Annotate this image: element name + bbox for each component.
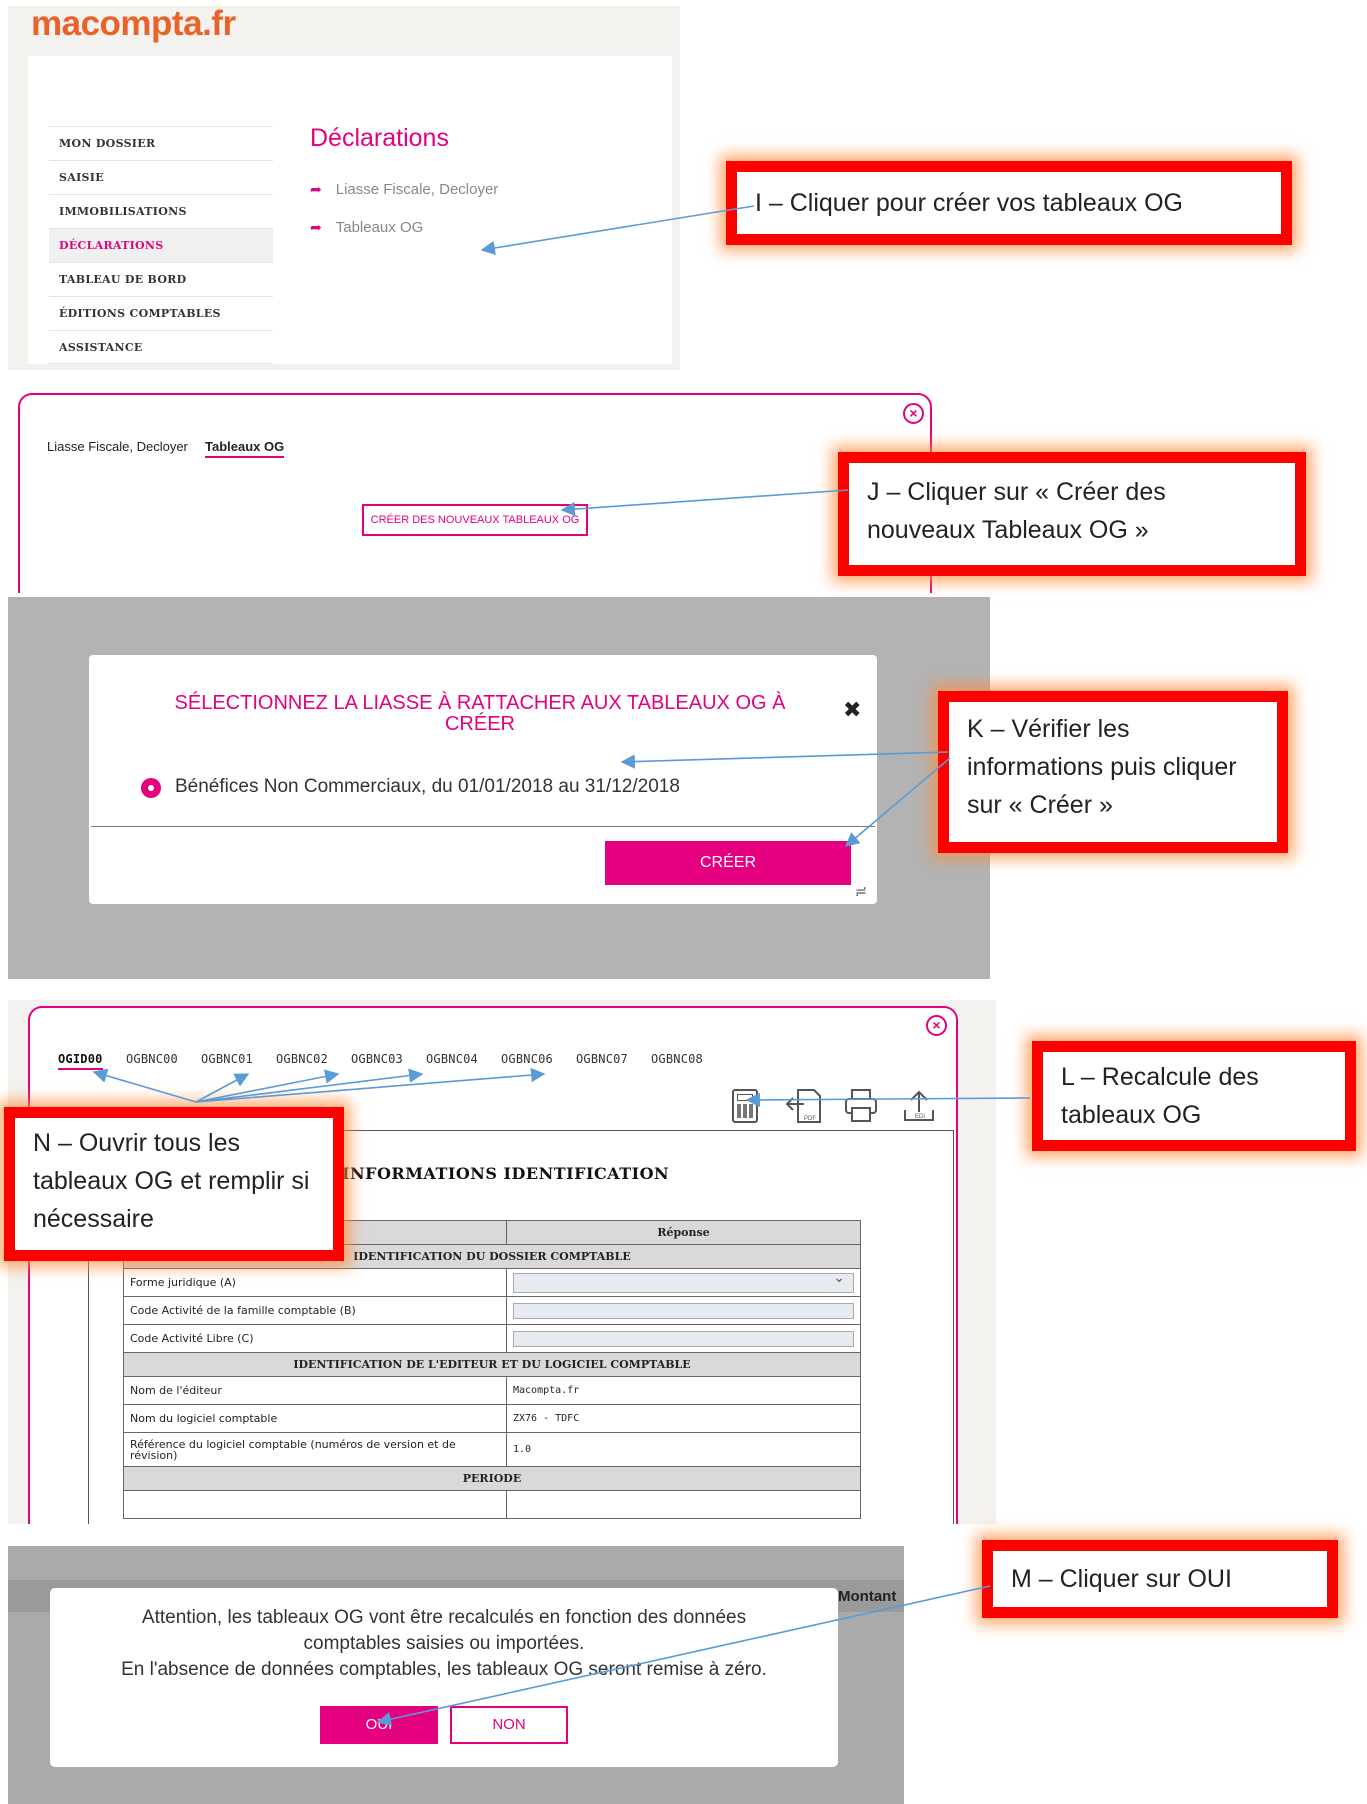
row-label: Nom de l'éditeur — [123, 1376, 507, 1405]
callout-text: M – Cliquer sur OUI — [1011, 1565, 1232, 1593]
tab-ogid00[interactable]: OGID00 — [58, 1052, 103, 1070]
nav-item-saisie[interactable]: SAISIE — [49, 160, 273, 194]
close-icon[interactable]: × — [926, 1015, 947, 1036]
row-value: Macompta.fr — [506, 1376, 861, 1405]
no-button[interactable]: NON — [450, 1706, 568, 1744]
create-new-og-tables-button[interactable]: CRÉER DES NOUVEAUX TABLEAUX OG — [362, 504, 588, 536]
row-label: Référence du logiciel comptable (numéros… — [123, 1432, 507, 1467]
row-value — [506, 1490, 861, 1519]
table-row: Référence du logiciel comptable (numéros… — [123, 1432, 861, 1467]
nav-item-editions-comptables[interactable]: ÉDITIONS COMPTABLES — [49, 296, 273, 330]
calculator-icon[interactable] — [732, 1089, 758, 1123]
og-identification-table: Réponse IDENTIFICATION DU DOSSIER COMPTA… — [123, 1220, 861, 1519]
tab-ogbnc07[interactable]: OGBNC07 — [576, 1052, 628, 1066]
callout-j: J – Cliquer sur « Créer des nouveaux Tab… — [838, 452, 1306, 576]
code-activite-libre-input[interactable] — [513, 1330, 854, 1347]
modal-title: SÉLECTIONNEZ LA LIASSE À RATTACHER AUX T… — [174, 692, 786, 735]
row-value — [506, 1296, 861, 1325]
table-section-row: IDENTIFICATION DE L'EDITEUR ET DU LOGICI… — [123, 1352, 861, 1377]
macompta-logo[interactable]: macompta.fr — [31, 4, 236, 44]
tab-ogbnc00[interactable]: OGBNC00 — [126, 1052, 178, 1066]
table-row: Code Activité Libre (C) — [123, 1324, 861, 1353]
tab-ogbnc03[interactable]: OGBNC03 — [351, 1052, 403, 1066]
link-label: Tableaux OG — [335, 219, 424, 236]
montant-column-header: Montant — [838, 1588, 897, 1605]
row-value — [506, 1268, 861, 1297]
section-cell: PERIODE — [123, 1466, 861, 1491]
share-arrow-icon: ➦ — [310, 219, 322, 235]
table-row: Nom du logiciel comptable ZX76 - TDFC — [123, 1404, 861, 1433]
callout-text: L – Recalcule des tableaux OG — [1061, 1063, 1259, 1129]
tab-ogbnc06[interactable]: OGBNC06 — [501, 1052, 553, 1066]
link-label: Liasse Fiscale, Decloyer — [335, 181, 499, 198]
confirm-message-line: comptables saisies ou importées. — [303, 1633, 585, 1654]
link-tableaux-og[interactable]: ➦ Tableaux OG — [310, 219, 423, 236]
tab-tableaux-og[interactable]: Tableaux OG — [205, 439, 285, 458]
tableaux-og-dialog — [18, 393, 932, 593]
callout-l: L – Recalcule des tableaux OG — [1032, 1041, 1356, 1151]
table-row — [123, 1490, 861, 1519]
table-row: Nom de l'éditeur Macompta.fr — [123, 1376, 861, 1405]
callout-text: J – Cliquer sur « Créer des nouveaux Tab… — [867, 478, 1166, 544]
callout-k: K – Vérifier les informations puis cliqu… — [938, 691, 1288, 853]
tab-ogbnc04[interactable]: OGBNC04 — [426, 1052, 478, 1066]
nav-item-tableau-de-bord[interactable]: TABLEAU DE BORD — [49, 262, 273, 296]
row-value: 1.0 — [506, 1432, 861, 1467]
row-label: Nom du logiciel comptable — [123, 1404, 507, 1433]
create-button[interactable]: CRÉER — [605, 841, 851, 885]
divider — [91, 826, 875, 827]
page-title: Déclarations — [310, 124, 449, 152]
code-activite-famille-input[interactable] — [513, 1302, 854, 1319]
forme-juridique-select[interactable] — [513, 1270, 854, 1293]
yes-button[interactable]: OUI — [320, 1706, 438, 1744]
tab-liasse-fiscale[interactable]: Liasse Fiscale, Decloyer — [47, 439, 188, 454]
tab-ogbnc02[interactable]: OGBNC02 — [276, 1052, 328, 1066]
row-label — [123, 1490, 507, 1519]
row-value — [506, 1324, 861, 1353]
share-arrow-icon: ➦ — [310, 181, 322, 197]
nav-item-mon-dossier[interactable]: MON DOSSIER — [49, 126, 273, 160]
callout-n: N – Ouvrir tous les tableaux OG et rempl… — [4, 1107, 344, 1261]
callout-text: K – Vérifier les informations puis cliqu… — [967, 715, 1237, 819]
export-pdf-icon[interactable]: PDF — [784, 1086, 824, 1126]
section-title: INFORMATIONS IDENTIFICATION — [342, 1164, 670, 1183]
section-cell: IDENTIFICATION DE L'EDITEUR ET DU LOGICI… — [123, 1352, 861, 1377]
table-section-row: PERIODE — [123, 1466, 861, 1491]
close-icon[interactable]: × — [903, 403, 924, 424]
callout-m: M – Cliquer sur OUI — [982, 1540, 1338, 1618]
table-header-cell: Réponse — [506, 1220, 861, 1245]
row-value: ZX76 - TDFC — [506, 1404, 861, 1433]
row-label: Code Activité Libre (C) — [123, 1324, 507, 1353]
export-edi-icon[interactable]: EDI — [902, 1088, 936, 1124]
confirm-message-line: En l'absence de données comptables, les … — [121, 1659, 767, 1680]
confirm-message-line: Attention, les tableaux OG vont être rec… — [141, 1607, 747, 1628]
callout-text: I – Cliquer pour créer vos tableaux OG — [755, 189, 1183, 217]
resize-handle-icon[interactable]: ≓ — [855, 883, 867, 900]
nav-item-assistance[interactable]: ASSISTANCE — [49, 330, 273, 364]
link-liasse-fiscale[interactable]: ➦ Liasse Fiscale, Decloyer — [310, 181, 498, 198]
nav-item-declarations[interactable]: DÉCLARATIONS — [49, 228, 273, 262]
row-label: Forme juridique (A) — [123, 1268, 507, 1297]
tab-ogbnc01[interactable]: OGBNC01 — [201, 1052, 253, 1066]
table-row: Forme juridique (A) — [123, 1268, 861, 1297]
liasse-option-label: Bénéfices Non Commerciaux, du 01/01/2018… — [175, 776, 680, 797]
callout-text: N – Ouvrir tous les tableaux OG et rempl… — [33, 1129, 310, 1233]
main-nav: MON DOSSIER SAISIE IMMOBILISATIONS DÉCLA… — [49, 126, 273, 364]
close-icon[interactable]: ✖ — [843, 697, 861, 723]
edi-label: EDI — [915, 1114, 926, 1120]
table-row: Code Activité de la famille comptable (B… — [123, 1296, 861, 1325]
tab-ogbnc08[interactable]: OGBNC08 — [651, 1052, 703, 1066]
print-icon[interactable] — [844, 1088, 878, 1124]
liasse-radio[interactable] — [141, 778, 161, 798]
logo-text: macompta — [31, 4, 203, 43]
row-label: Code Activité de la famille comptable (B… — [123, 1296, 507, 1325]
pdf-label: PDF — [804, 1116, 816, 1122]
nav-item-immobilisations[interactable]: IMMOBILISATIONS — [49, 194, 273, 228]
callout-i: I – Cliquer pour créer vos tableaux OG — [726, 161, 1292, 245]
logo-tld: .fr — [202, 4, 236, 43]
